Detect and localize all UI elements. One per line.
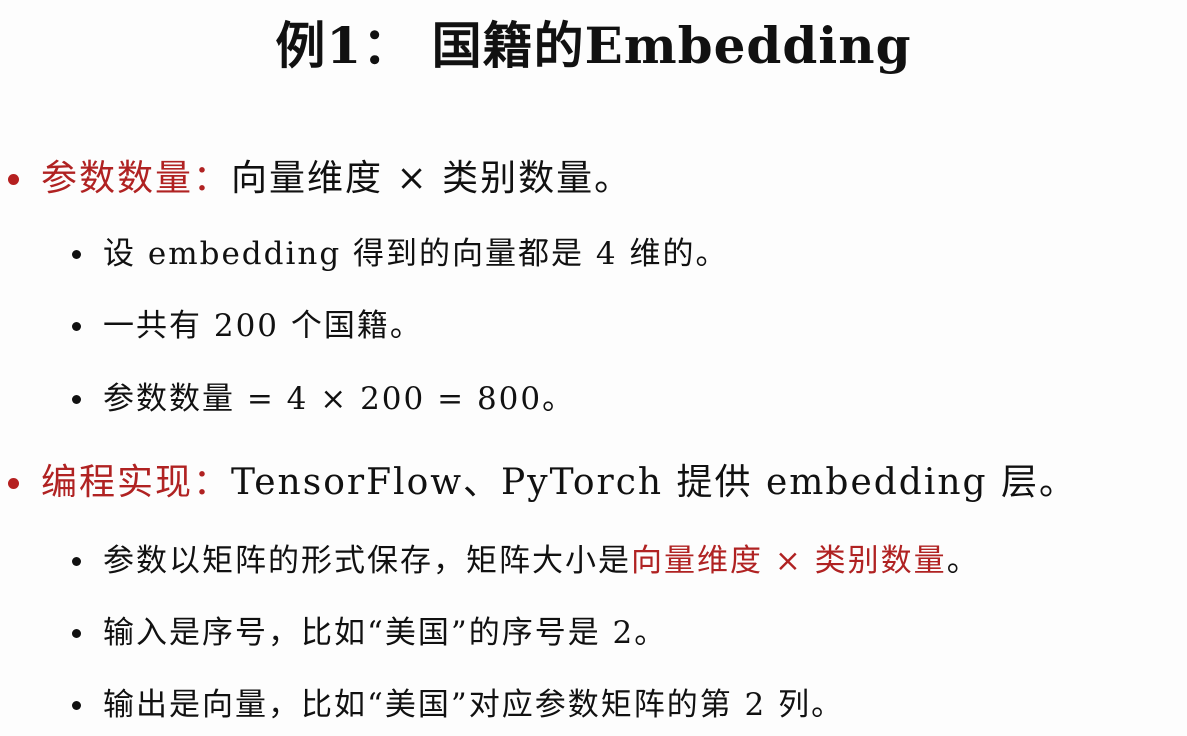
- slide: 例1： 国籍的Embedding 参数数量： 向量维度 × 类别数量。 设 em…: [0, 0, 1187, 736]
- list-item: 设 embedding 得到的向量都是 4 维的。: [72, 232, 728, 276]
- bullet-icon: [72, 249, 81, 259]
- bullet-icon: [72, 321, 81, 331]
- list-item-suffix: 。: [946, 543, 980, 579]
- bullet-icon: [72, 628, 81, 638]
- red-bullet-icon: [8, 173, 19, 185]
- list-item-text: 设 embedding 得到的向量都是 4 维的。: [103, 236, 729, 272]
- list-item-text: 参数数量 = 4 × 200 = 800。: [103, 381, 576, 417]
- list-item: 参数数量 = 4 × 200 = 800。: [72, 377, 575, 421]
- list-item: 输出是向量，比如“美国”对应参数矩阵的第 2 列。: [72, 683, 844, 727]
- list-item-text: 输出是向量，比如“美国”对应参数矩阵的第 2 列。: [103, 687, 845, 723]
- list-item-text: 输入是序号，比如“美国”的序号是 2。: [103, 615, 668, 651]
- section-implementation: 编程实现： TensorFlow、PyTorch 提供 embedding 层。: [8, 458, 1077, 508]
- list-item: 输入是序号，比如“美国”的序号是 2。: [72, 611, 667, 655]
- bullet-icon: [72, 394, 81, 404]
- list-item-text: 一共有 200 个国籍。: [103, 308, 423, 344]
- section-heading: 参数数量：: [41, 158, 232, 199]
- bullet-icon: [72, 700, 81, 710]
- bullet-icon: [72, 556, 81, 566]
- list-item-highlight: 向量维度 × 类别数量: [631, 543, 947, 579]
- section-heading: 编程实现：: [41, 462, 232, 503]
- list-item-text: 参数以矩阵的形式保存，矩阵大小是: [103, 543, 631, 579]
- list-item: 参数以矩阵的形式保存，矩阵大小是 向量维度 × 类别数量 。: [72, 539, 980, 583]
- section-text: TensorFlow、PyTorch 提供 embedding 层。: [231, 462, 1078, 503]
- list-item: 一共有 200 个国籍。: [72, 304, 423, 348]
- section-parameter-count: 参数数量： 向量维度 × 类别数量。: [8, 154, 632, 204]
- red-bullet-icon: [8, 477, 19, 489]
- section-text: 向量维度 × 类别数量。: [231, 158, 633, 199]
- slide-title: 例1： 国籍的Embedding: [275, 16, 912, 75]
